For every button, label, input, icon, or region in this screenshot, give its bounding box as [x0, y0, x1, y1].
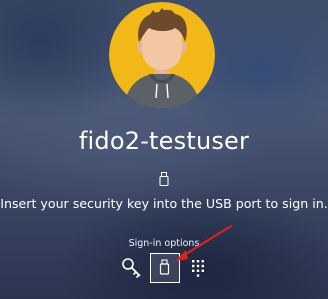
- signin-options-label: Sign-in options: [128, 238, 200, 249]
- usb-security-key-icon: [159, 259, 170, 275]
- signin-options-toolbar: [117, 253, 213, 283]
- user-avatar: [109, 2, 215, 108]
- signin-option-key-button[interactable]: [117, 253, 147, 283]
- usb-key-icon: [159, 172, 169, 186]
- user-name: fido2-testuser: [78, 127, 250, 155]
- signin-option-pin-button[interactable]: [183, 253, 213, 283]
- prompt-message: Insert your security key into the USB po…: [0, 196, 328, 211]
- key-icon: [122, 258, 141, 279]
- signin-option-security-key-button[interactable]: [150, 253, 180, 283]
- pin-keypad-icon: [192, 260, 204, 277]
